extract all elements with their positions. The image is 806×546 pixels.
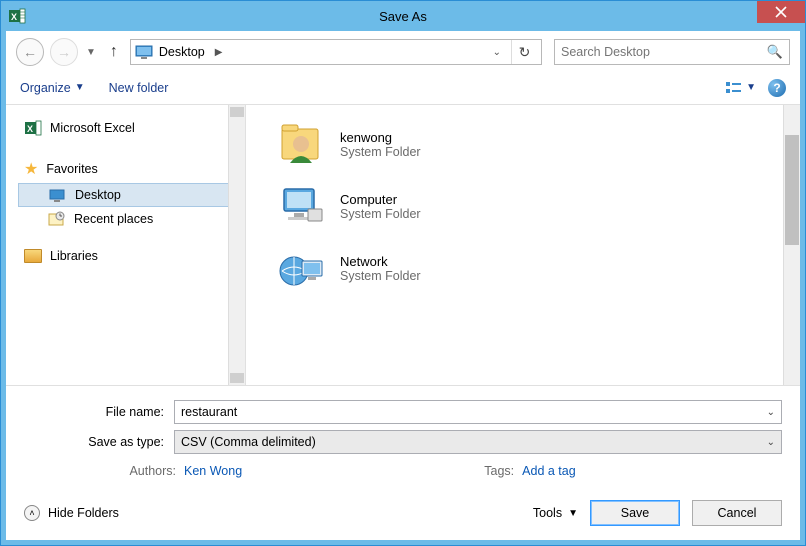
filelist-scrollbar[interactable] (783, 105, 800, 385)
filetype-dropdown[interactable]: CSV (Comma delimited) ⌄ (174, 430, 782, 454)
nav-label: Libraries (50, 249, 98, 263)
svg-text:X: X (27, 124, 33, 134)
organize-label: Organize (20, 81, 71, 95)
organize-button[interactable]: Organize ▼ (20, 81, 85, 95)
nav-label: Favorites (46, 162, 97, 176)
footer: ˄ Hide Folders Tools ▼ Save Cancel (6, 490, 800, 540)
forward-button[interactable]: → (50, 38, 78, 66)
chevron-down-icon: ▼ (75, 82, 85, 93)
back-button[interactable]: ← (16, 38, 44, 66)
close-button[interactable] (757, 1, 805, 23)
filename-label: File name: (24, 405, 174, 419)
tags-label: Tags: (422, 464, 522, 478)
nav-label: Microsoft Excel (50, 121, 135, 135)
hide-folders-button[interactable]: ˄ Hide Folders (24, 505, 119, 521)
excel-app-icon: X (7, 6, 27, 26)
chevron-down-icon[interactable]: ⌄ (767, 437, 775, 448)
list-item[interactable]: Computer System Folder (266, 175, 800, 237)
libraries-icon (24, 249, 42, 263)
nav-item-excel[interactable]: X Microsoft Excel (18, 115, 239, 141)
cancel-button[interactable]: Cancel (692, 500, 782, 526)
view-options-button[interactable]: ▼ (726, 81, 756, 95)
nav-label: Desktop (75, 188, 121, 202)
path-dropdown-icon[interactable]: ⌄ (489, 47, 505, 58)
navpane-scrollbar[interactable] (228, 105, 245, 385)
filename-field[interactable]: restaurant ⌄ (174, 400, 782, 424)
file-name: Network (340, 254, 421, 269)
history-dropdown[interactable]: ▼ (84, 47, 98, 58)
form-area: File name: restaurant ⌄ Save as type: CS… (6, 386, 800, 490)
titlebar: X Save As (1, 1, 805, 31)
file-name: Computer (340, 192, 421, 207)
list-item[interactable]: Network System Folder (266, 237, 800, 299)
tools-dropdown[interactable]: Tools ▼ (533, 506, 578, 520)
view-icon (726, 81, 742, 95)
file-list: kenwong System Folder Computer System Fo… (246, 105, 800, 385)
computer-icon (276, 181, 326, 231)
help-button[interactable]: ? (768, 79, 786, 97)
toolbar: Organize ▼ New folder ▼ ? (6, 71, 800, 105)
new-folder-button[interactable]: New folder (109, 81, 169, 95)
authors-value[interactable]: Ken Wong (184, 464, 242, 478)
file-type: System Folder (340, 145, 421, 159)
nav-label: Recent places (74, 212, 153, 226)
up-button[interactable]: ↑ (104, 43, 124, 61)
user-folder-icon (276, 119, 326, 169)
nav-item-recent[interactable]: Recent places (18, 207, 239, 231)
address-bar[interactable]: Desktop ▶ ⌄ ↻ (130, 39, 542, 65)
desktop-icon (135, 45, 153, 59)
chevron-right-icon[interactable]: ▶ (211, 47, 227, 58)
excel-icon: X (24, 119, 42, 137)
path-segment[interactable]: Desktop (159, 45, 205, 59)
svg-text:X: X (11, 12, 17, 22)
filetype-label: Save as type: (24, 435, 174, 449)
search-input[interactable] (561, 45, 767, 59)
chevron-down-icon: ▼ (746, 82, 756, 93)
nav-row: ← → ▼ ↑ Desktop ▶ ⌄ ↻ 🔍 (6, 31, 800, 71)
window-title: Save As (1, 9, 805, 24)
recent-places-icon (48, 211, 66, 227)
save-as-dialog: X Save As ← → ▼ ↑ Desktop ▶ ⌄ ↻ (0, 0, 806, 546)
file-type: System Folder (340, 207, 421, 221)
chevron-down-icon: ▼ (568, 508, 578, 519)
tags-value[interactable]: Add a tag (522, 464, 576, 478)
search-box[interactable]: 🔍 (554, 39, 790, 65)
filename-value: restaurant (181, 405, 237, 419)
filetype-value: CSV (Comma delimited) (181, 435, 316, 449)
navigation-pane: X Microsoft Excel ★ Favorites Deskto (6, 105, 246, 385)
collapse-icon: ˄ (24, 505, 40, 521)
chevron-down-icon[interactable]: ⌄ (767, 407, 775, 418)
nav-item-libraries[interactable]: Libraries (18, 245, 239, 267)
search-icon: 🔍 (767, 44, 783, 60)
authors-label: Authors: (84, 464, 184, 478)
network-icon (276, 243, 326, 293)
nav-item-favorites[interactable]: ★ Favorites (18, 155, 239, 183)
save-button[interactable]: Save (590, 500, 680, 526)
list-item[interactable]: kenwong System Folder (266, 113, 800, 175)
nav-item-desktop[interactable]: Desktop (18, 183, 239, 207)
star-icon: ★ (24, 159, 38, 179)
desktop-icon (49, 189, 67, 202)
refresh-button[interactable]: ↻ (511, 40, 537, 64)
file-type: System Folder (340, 269, 421, 283)
tools-label: Tools (533, 506, 562, 520)
file-name: kenwong (340, 130, 421, 145)
hide-folders-label: Hide Folders (48, 506, 119, 520)
